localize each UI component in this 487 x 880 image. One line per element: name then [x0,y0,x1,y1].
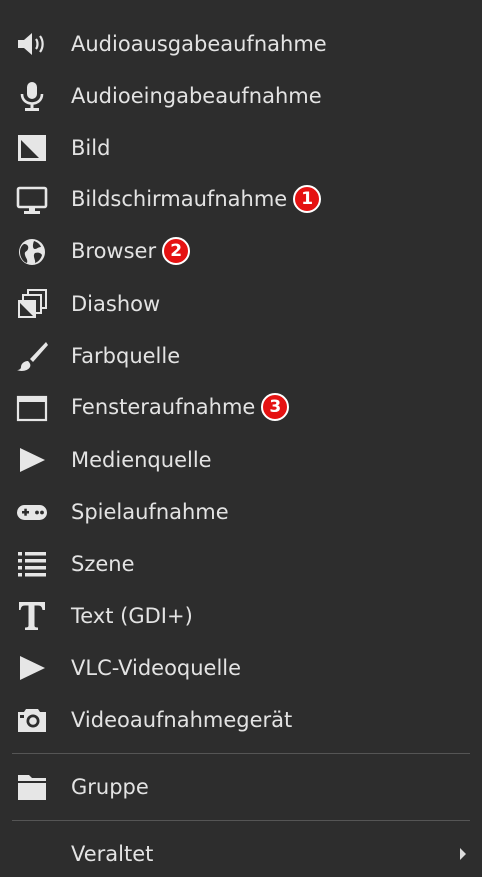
menu-item-label: Szene [71,552,135,576]
menu-item-farbquelle[interactable]: Farbquelle [0,330,482,382]
menu-item-browser[interactable]: Browser 2 [0,226,482,278]
menu-item-spielaufnahme[interactable]: Spielaufnahme [0,486,482,538]
menu-item-label: Browser 2 [71,237,191,266]
menu-item-label: Audioeingabeaufnahme [71,84,322,108]
menu-item-label: Medienquelle [71,448,212,472]
play-icon [14,651,50,685]
menu-item-videoaufnahmegeraet[interactable]: Videoaufnahmegerät [0,694,482,746]
image-icon [14,131,50,165]
menu-item-veraltet[interactable]: Veraltet [0,828,482,880]
menu-item-fensteraufnahme[interactable]: Fensteraufnahme 3 [0,382,482,434]
menu-separator [12,753,470,754]
globe-icon [14,235,50,269]
menu-item-audioeingabeaufnahme[interactable]: Audioeingabeaufnahme [0,70,482,122]
folder-icon [14,770,50,804]
menu-item-vlc-videoquelle[interactable]: VLC-Videoquelle [0,642,482,694]
menu-item-label: Fensteraufnahme 3 [71,393,290,422]
camera-icon [14,703,50,737]
play-icon [14,443,50,477]
paintbrush-icon [14,339,50,373]
window-icon [14,391,50,425]
menu-item-diashow[interactable]: Diashow [0,278,482,330]
menu-item-label: Gruppe [71,775,149,799]
context-menu: Audioausgabeaufnahme Audioeingabeaufnahm… [0,0,482,877]
menu-item-gruppe[interactable]: Gruppe [0,761,482,813]
monitor-icon [14,183,50,217]
list-icon [14,547,50,581]
menu-item-label: Videoaufnahmegerät [71,708,293,732]
submenu-arrow-icon [460,848,466,860]
menu-item-label: Spielaufnahme [71,500,229,524]
menu-item-szene[interactable]: Szene [0,538,482,590]
menu-item-label: Bild [71,136,111,160]
menu-item-label: Audioausgabeaufnahme [71,32,327,56]
menu-item-label: Farbquelle [71,344,181,368]
speaker-icon [14,27,50,61]
menu-item-label: Text (GDI+) [71,604,193,628]
annotation-badge-1: 1 [293,185,322,213]
slideshow-icon [14,287,50,321]
menu-item-bild[interactable]: Bild [0,122,482,174]
annotation-badge-2: 2 [162,237,191,265]
menu-item-medienquelle[interactable]: Medienquelle [0,434,482,486]
menu-separator [12,820,470,821]
microphone-icon [14,79,50,113]
gamepad-icon [14,495,50,529]
menu-item-label: Diashow [71,292,161,316]
menu-item-label: Veraltet [71,842,154,866]
text-icon [14,599,50,633]
menu-item-audioausgabeaufnahme[interactable]: Audioausgabeaufnahme [0,18,482,70]
menu-item-text-gdi[interactable]: Text (GDI+) [0,590,482,642]
menu-item-label: Bildschirmaufnahme 1 [71,185,322,214]
menu-item-bildschirmaufnahme[interactable]: Bildschirmaufnahme 1 [0,174,482,226]
annotation-badge-3: 3 [261,393,290,421]
menu-item-label: VLC-Videoquelle [71,656,242,680]
